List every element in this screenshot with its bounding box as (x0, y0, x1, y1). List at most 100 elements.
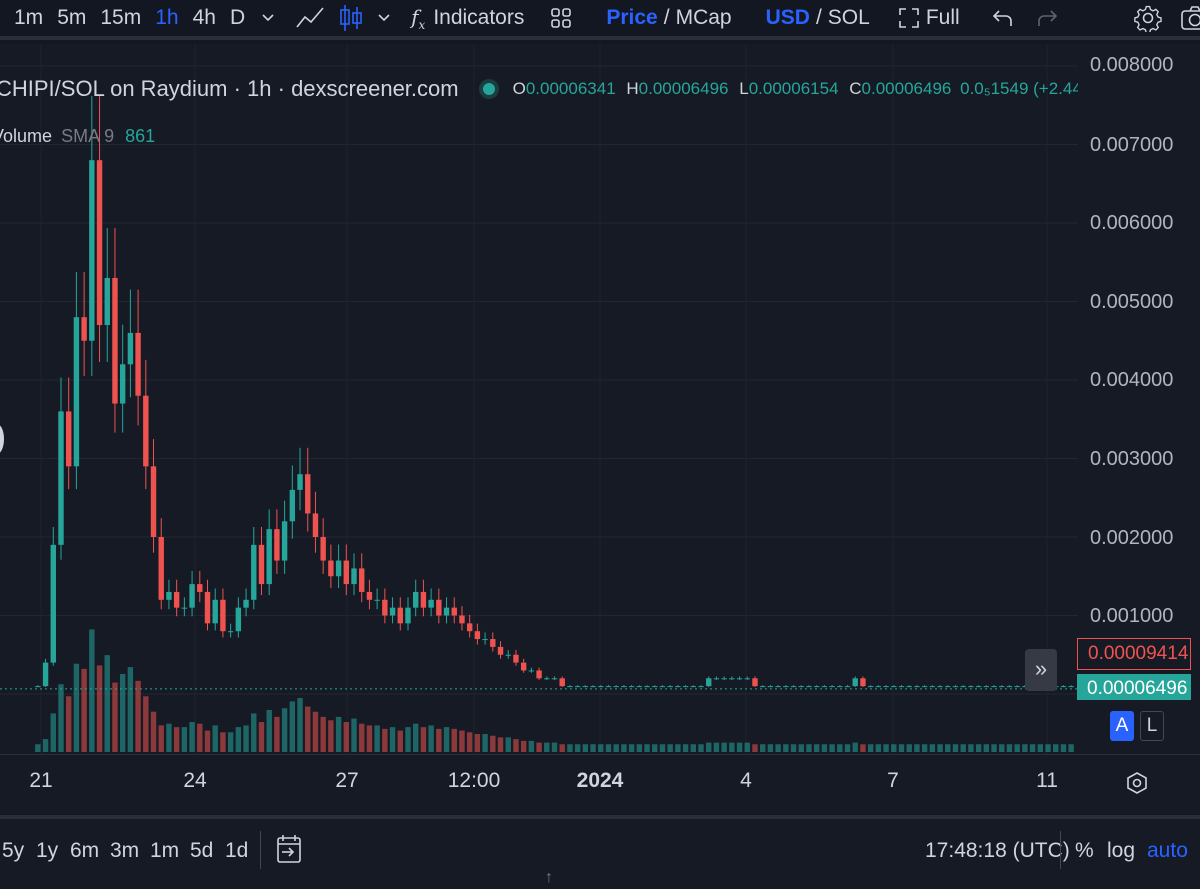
volume-bar (921, 744, 928, 752)
scroll-up-arrow-icon[interactable]: ↑ (545, 869, 553, 887)
candle-body (513, 654, 519, 663)
percent-scale-toggle[interactable]: % (1075, 839, 1094, 863)
volume-bar (490, 735, 496, 752)
indicators-button[interactable]: fx Indicators (411, 0, 524, 36)
interval-15m[interactable]: 15m (100, 0, 141, 36)
candle-body (497, 646, 504, 655)
volume-bar (1053, 744, 1059, 752)
chart-canvas[interactable]: » (0, 44, 1078, 754)
candle-body (613, 686, 619, 688)
volume-bar (968, 744, 974, 752)
symbol-title: CHIPI/SOL on Raydium · 1h · dexscreener.… (0, 76, 459, 101)
interval-5m[interactable]: 5m (57, 0, 86, 36)
interval-d[interactable]: D (230, 0, 245, 36)
price-mcap-toggle[interactable]: Price / MCap (606, 0, 731, 36)
range-5y[interactable]: 5y (2, 839, 24, 863)
candle-body (181, 607, 188, 609)
candle-body (359, 568, 365, 592)
auto-scale-toggle[interactable]: auto (1147, 839, 1188, 863)
candle-body (821, 686, 828, 688)
candle-body (135, 332, 141, 396)
candle-body (590, 686, 596, 688)
candle-body (127, 332, 134, 365)
candle-body (520, 662, 527, 671)
range-1m[interactable]: 1m (150, 839, 179, 863)
redo-icon[interactable] (1036, 0, 1058, 36)
close-value: 0.00006496 (861, 79, 952, 98)
camera-icon[interactable] (1180, 0, 1200, 36)
time-tick: 4 (740, 769, 752, 792)
chart-type-chevron-icon[interactable] (377, 0, 391, 36)
volume-bar (289, 701, 296, 752)
volume-bar (150, 711, 157, 752)
candle-body (551, 678, 558, 680)
range-1d[interactable]: 1d (225, 839, 248, 863)
candle-body (621, 686, 627, 688)
mcap-option[interactable]: MCap (676, 6, 732, 30)
fullscreen-label: Full (925, 6, 960, 29)
candle-body (544, 678, 550, 680)
candle-body (682, 686, 689, 688)
candle-body (806, 686, 812, 688)
interval-1m[interactable]: 1m (14, 0, 43, 36)
candle-body (443, 607, 450, 616)
range-6m[interactable]: 6m (70, 839, 99, 863)
time-axis[interactable]: 21 24 27 12:00 2024 4 7 11 (0, 754, 1200, 814)
candle-body (397, 607, 403, 624)
candle-body (559, 678, 565, 687)
chart-settings-hexagon-icon[interactable] (1126, 771, 1148, 800)
volume-bar (420, 727, 427, 752)
undo-icon[interactable] (992, 0, 1014, 36)
candle-body (81, 317, 87, 341)
volume-bar (675, 744, 681, 752)
utc-clock[interactable]: 17:48:18 (UTC) (925, 839, 1070, 863)
interval-4h[interactable]: 4h (193, 0, 216, 36)
candles-chart-icon[interactable] (339, 0, 363, 36)
currency-toggle[interactable]: USD / SOL (766, 0, 870, 36)
fullscreen-button[interactable]: Full (898, 0, 960, 36)
candle-body (382, 599, 388, 616)
volume-bar (520, 740, 527, 752)
volume-bar (451, 728, 457, 752)
settings-gear-icon[interactable] (1133, 0, 1162, 36)
log-scale-toggle[interactable]: log (1107, 839, 1135, 863)
candle-body (189, 584, 195, 608)
price-option[interactable]: Price (606, 6, 657, 30)
volume-bar (227, 732, 234, 752)
range-1y[interactable]: 1y (36, 839, 58, 863)
candle-body (636, 686, 643, 688)
line-chart-icon[interactable] (295, 0, 325, 36)
volume-bar (706, 742, 712, 752)
volume-bar (359, 723, 365, 752)
sol-option[interactable]: SOL (828, 6, 870, 30)
candle-body (289, 489, 296, 522)
volume-bar (983, 744, 990, 752)
layouts-grid-icon[interactable] (550, 0, 572, 36)
volume-bar (158, 725, 164, 752)
volume-bar (1037, 744, 1043, 752)
candle-body (413, 591, 419, 608)
volume-bar (806, 744, 812, 752)
volume-label: Volume (0, 126, 53, 146)
volume-bar (397, 730, 403, 752)
volume-bar (667, 744, 673, 752)
candle-body (721, 678, 727, 680)
scroll-to-latest-button[interactable]: » (1025, 649, 1057, 691)
log-scale-button[interactable]: L (1140, 711, 1164, 741)
go-to-date-icon[interactable] (276, 833, 302, 871)
candlestick-chart[interactable] (0, 44, 1078, 754)
candle-body (366, 591, 373, 600)
volume-bar (729, 742, 735, 752)
auto-scale-button[interactable]: A (1110, 711, 1134, 741)
range-3m[interactable]: 3m (110, 839, 139, 863)
volume-bar (867, 744, 874, 752)
volume-bar (975, 744, 982, 752)
range-5d[interactable]: 5d (190, 839, 213, 863)
ohlc-values: O0.00006341 H0.00006496 L0.00006154 C0.0… (513, 79, 1103, 99)
interval-dropdown-chevron-icon[interactable] (261, 0, 275, 36)
candle-body (952, 686, 959, 688)
candle-body (474, 631, 481, 640)
interval-1h[interactable]: 1h (155, 0, 178, 36)
volume-bar (497, 737, 504, 752)
usd-option[interactable]: USD (766, 6, 810, 30)
